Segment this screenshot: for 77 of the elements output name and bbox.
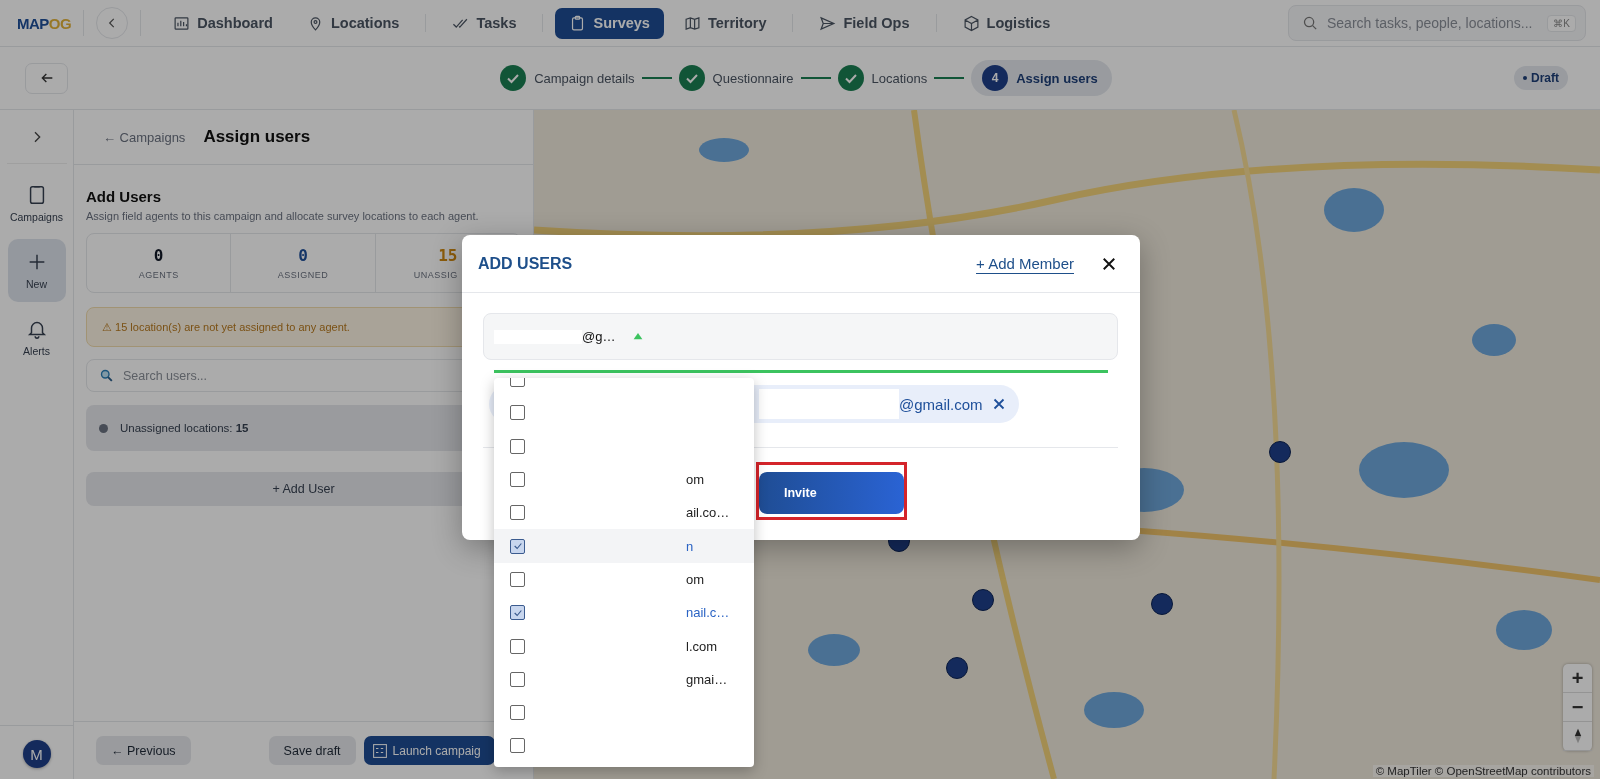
option-row[interactable]: l.com xyxy=(494,629,754,663)
checkbox[interactable] xyxy=(510,472,525,488)
checkbox[interactable] xyxy=(510,738,525,754)
logo: MAPOG xyxy=(17,14,72,32)
option-email: om xyxy=(686,472,705,488)
stat-value: 15 xyxy=(438,246,458,265)
checkbox[interactable] xyxy=(510,705,525,721)
nav-tab[interactable]: Locations xyxy=(292,7,414,39)
compass-icon xyxy=(1572,728,1583,744)
caret-up-icon xyxy=(633,333,644,340)
step-number: 4 xyxy=(982,65,1009,91)
stat-label: AGENTS xyxy=(138,270,179,280)
cube-icon xyxy=(962,14,980,32)
avatar[interactable]: M xyxy=(22,740,51,768)
search-icon xyxy=(99,368,114,383)
option-email: n xyxy=(686,538,694,554)
section-title: Add Users xyxy=(86,188,163,205)
checkbox[interactable] xyxy=(510,638,525,654)
save-draft-button[interactable]: Save draft xyxy=(268,736,356,765)
check-icon xyxy=(512,541,523,552)
previous-button[interactable]: ← Previous xyxy=(96,736,191,765)
close-icon xyxy=(1102,256,1116,271)
page-title: Assign users xyxy=(203,127,311,147)
option-row[interactable]: gmai… xyxy=(494,662,754,696)
checkbox[interactable] xyxy=(510,405,525,421)
option-email: l.com xyxy=(686,638,718,654)
option-row[interactable]: n xyxy=(494,529,754,563)
nav-tab[interactable]: Territory xyxy=(669,7,781,39)
status-badge: Draft xyxy=(1514,66,1568,90)
section-description: Assign field agents to this campaign and allocate survey locations to each agent. xyxy=(86,210,480,222)
option-email: gmai… xyxy=(686,671,728,687)
nav-tab[interactable]: Logistics xyxy=(948,7,1065,39)
rail-item[interactable]: New xyxy=(7,239,66,302)
option-email: nail.c… xyxy=(686,605,730,621)
checkbox[interactable] xyxy=(510,538,525,554)
stat-value: 0 xyxy=(153,246,164,265)
rail-item[interactable]: Alerts xyxy=(7,310,66,365)
stat-label: UNASSIG xyxy=(413,270,458,280)
nav-tab[interactable]: Tasks xyxy=(438,7,531,39)
step-label: Assign users xyxy=(1016,70,1098,86)
zoom-in-button[interactable]: + xyxy=(1563,664,1592,693)
bar-chart-icon xyxy=(173,14,191,32)
paper-plane-icon xyxy=(819,14,837,32)
option-email: ail.co… xyxy=(686,505,730,521)
checkbox[interactable] xyxy=(510,571,525,587)
option-email: om xyxy=(686,571,705,587)
search-icon xyxy=(1302,15,1319,32)
step-label: Campaign details xyxy=(534,70,635,86)
checkbox[interactable] xyxy=(510,605,525,621)
nav-tab[interactable]: Surveys xyxy=(555,7,664,39)
remove-icon[interactable] xyxy=(992,398,1005,410)
stat-label: ASSIGNED xyxy=(277,270,329,280)
rail-item[interactable]: Campaigns xyxy=(7,176,66,231)
nav-tab[interactable]: Dashboard xyxy=(159,7,287,39)
map-icon xyxy=(683,14,701,32)
launch-campaign-button[interactable]: Launch campaig xyxy=(363,736,495,765)
step-label: Locations xyxy=(871,70,928,86)
stat-value: 0 xyxy=(298,246,308,265)
breadcrumb-link[interactable]: ← Campaigns xyxy=(103,129,186,145)
back-button[interactable] xyxy=(25,62,68,94)
check-icon xyxy=(512,607,523,618)
checkbox[interactable] xyxy=(510,438,525,454)
checkbox[interactable] xyxy=(510,505,525,521)
calendar-icon xyxy=(371,742,388,759)
unassigned-count: Unassigned locations: 15 xyxy=(120,422,249,434)
dialog-title: ADD USERS xyxy=(478,254,573,273)
add-member-link[interactable]: + Add Member xyxy=(976,255,1074,272)
invite-button[interactable]: Invite xyxy=(759,472,904,514)
step-label: Questionnaire xyxy=(712,70,794,86)
nav-tab[interactable]: Field Ops xyxy=(805,7,924,39)
status-dot xyxy=(99,423,108,433)
shortcut-key: ⌘K xyxy=(1547,15,1576,32)
zoom-out-button[interactable]: − xyxy=(1563,693,1592,722)
user-select[interactable]: @g… xyxy=(483,313,1118,360)
checkbox[interactable] xyxy=(510,671,525,687)
option-row[interactable]: nail.c… xyxy=(494,596,754,630)
option-row[interactable]: om xyxy=(494,562,754,597)
